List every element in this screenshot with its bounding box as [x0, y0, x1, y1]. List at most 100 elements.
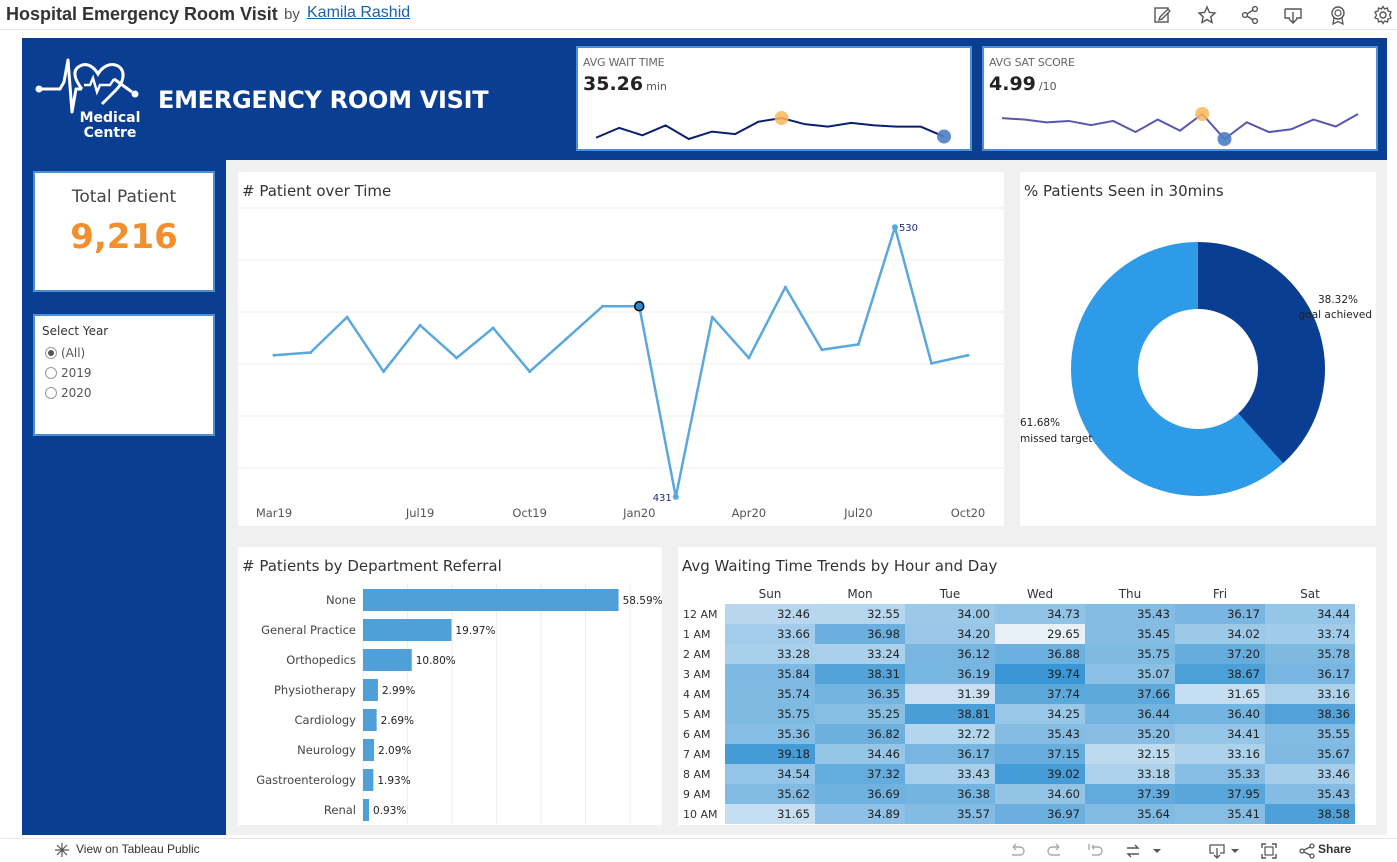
heatmap-cell[interactable]: 34.25 — [995, 704, 1085, 724]
year-option-all[interactable]: (All) — [45, 346, 85, 360]
undo-icon[interactable] — [1008, 843, 1026, 859]
heatmap-cell[interactable]: 36.17 — [1265, 664, 1355, 684]
year-option-2020[interactable]: 2020 — [45, 386, 92, 400]
heatmap-cell[interactable]: 35.75 — [1085, 644, 1175, 664]
heatmap-cell[interactable]: 37.15 — [995, 744, 1085, 764]
heatmap-cell[interactable]: 36.97 — [995, 804, 1085, 824]
heatmap-cell[interactable]: 32.46 — [725, 604, 815, 624]
heatmap-cell[interactable]: 35.57 — [905, 804, 995, 824]
heatmap-cell[interactable]: 34.20 — [905, 624, 995, 644]
heatmap-cell[interactable]: 35.75 — [725, 704, 815, 724]
heatmap-cell[interactable]: 34.00 — [905, 604, 995, 624]
heatmap-cell[interactable]: 35.20 — [1085, 724, 1175, 744]
heatmap-cell[interactable]: 36.69 — [815, 784, 905, 804]
heatmap-cell[interactable]: 36.38 — [905, 784, 995, 804]
heatmap-cell[interactable]: 35.43 — [995, 724, 1085, 744]
heatmap-cell[interactable]: 36.19 — [905, 664, 995, 684]
heatmap-cell[interactable]: 36.98 — [815, 624, 905, 644]
heatmap-cell[interactable]: 37.32 — [815, 764, 905, 784]
heatmap-cell[interactable]: 38.58 — [1265, 804, 1355, 824]
settings-icon[interactable] — [1373, 5, 1393, 25]
heatmap-cell[interactable]: 35.43 — [1265, 784, 1355, 804]
heatmap-cell[interactable]: 33.74 — [1265, 624, 1355, 644]
heatmap-cell[interactable]: 35.33 — [1175, 764, 1265, 784]
heatmap-cell[interactable]: 34.73 — [995, 604, 1085, 624]
heatmap-cell[interactable]: 36.40 — [1175, 704, 1265, 724]
heatmap-cell[interactable]: 33.43 — [905, 764, 995, 784]
waiting-time-heatmap[interactable]: Sun Mon Tue Wed Thu Fri Sat 12 AM 32.46 32.55 34.0… — [679, 584, 1375, 824]
share-bottom-icon[interactable] — [1298, 843, 1316, 859]
heatmap-cell[interactable]: 37.20 — [1175, 644, 1265, 664]
heatmap-cell[interactable]: 32.72 — [905, 724, 995, 744]
heatmap-cell[interactable]: 31.65 — [725, 804, 815, 824]
heatmap-cell[interactable]: 36.12 — [905, 644, 995, 664]
heatmap-cell[interactable]: 39.74 — [995, 664, 1085, 684]
heatmap-cell[interactable]: 35.25 — [815, 704, 905, 724]
heatmap-cell[interactable]: 35.43 — [1085, 604, 1175, 624]
heatmap-cell[interactable]: 33.18 — [1085, 764, 1175, 784]
radio-icon[interactable] — [45, 367, 57, 379]
refresh-dropdown-icon[interactable] — [1124, 843, 1164, 859]
edit-icon[interactable] — [1152, 5, 1172, 25]
heatmap-cell[interactable]: 35.78 — [1265, 644, 1355, 664]
heatmap-cell[interactable]: 37.39 — [1085, 784, 1175, 804]
star-icon[interactable] — [1197, 5, 1217, 25]
heatmap-cell[interactable]: 36.35 — [815, 684, 905, 704]
heatmap-cell[interactable]: 36.88 — [995, 644, 1085, 664]
heatmap-cell[interactable]: 36.17 — [1175, 604, 1265, 624]
view-on-tableau-link[interactable]: View on Tableau Public — [76, 842, 200, 856]
share-icon[interactable] — [1240, 5, 1260, 25]
heatmap-cell[interactable]: 31.65 — [1175, 684, 1265, 704]
author-link[interactable]: Kamila Rashid — [307, 4, 410, 22]
heatmap-cell[interactable]: 39.02 — [995, 764, 1085, 784]
heatmap-cell[interactable]: 33.66 — [725, 624, 815, 644]
heatmap-cell[interactable]: 35.74 — [725, 684, 815, 704]
heatmap-cell[interactable]: 33.46 — [1265, 764, 1355, 784]
heatmap-cell[interactable]: 33.28 — [725, 644, 815, 664]
heatmap-cell[interactable]: 36.44 — [1085, 704, 1175, 724]
heatmap-cell[interactable]: 29.65 — [995, 624, 1085, 644]
heatmap-cell[interactable]: 33.24 — [815, 644, 905, 664]
heatmap-cell[interactable]: 32.15 — [1085, 744, 1175, 764]
heatmap-cell[interactable]: 34.44 — [1265, 604, 1355, 624]
heatmap-cell[interactable]: 36.17 — [905, 744, 995, 764]
heatmap-cell[interactable]: 31.39 — [905, 684, 995, 704]
heatmap-cell[interactable]: 34.54 — [725, 764, 815, 784]
redo-icon[interactable] — [1046, 843, 1064, 859]
download-dropdown-icon[interactable] — [1208, 843, 1242, 859]
heatmap-cell[interactable]: 34.46 — [815, 744, 905, 764]
heatmap-cell[interactable]: 35.64 — [1085, 804, 1175, 824]
heatmap-cell[interactable]: 34.60 — [995, 784, 1085, 804]
heatmap-cell[interactable]: 38.81 — [905, 704, 995, 724]
kpi-avg-wait-card[interactable]: AVG WAIT TIME 35.26 min — [576, 46, 972, 151]
heatmap-cell[interactable]: 32.55 — [815, 604, 905, 624]
heatmap-cell[interactable]: 33.16 — [1265, 684, 1355, 704]
heatmap-cell[interactable]: 33.16 — [1175, 744, 1265, 764]
heatmap-cell[interactable]: 37.66 — [1085, 684, 1175, 704]
heatmap-cell[interactable]: 37.74 — [995, 684, 1085, 704]
heatmap-cell[interactable]: 34.41 — [1175, 724, 1265, 744]
heatmap-cell[interactable]: 39.18 — [725, 744, 815, 764]
heatmap-cell[interactable]: 35.84 — [725, 664, 815, 684]
heatmap-cell[interactable]: 35.36 — [725, 724, 815, 744]
kpi-avg-sat-card[interactable]: AVG SAT SCORE 4.99/10 — [982, 46, 1378, 151]
year-option-2019[interactable]: 2019 — [45, 366, 92, 380]
heatmap-cell[interactable]: 37.95 — [1175, 784, 1265, 804]
heatmap-cell[interactable]: 38.36 — [1265, 704, 1355, 724]
radio-selected-icon[interactable] — [45, 347, 57, 359]
heatmap-cell[interactable]: 35.55 — [1265, 724, 1355, 744]
department-referral-chart[interactable]: None 58.59% General Practice 19.97% Orthoped… — [238, 547, 662, 825]
heatmap-cell[interactable]: 34.89 — [815, 804, 905, 824]
heatmap-cell[interactable]: 38.31 — [815, 664, 905, 684]
heatmap-cell[interactable]: 34.02 — [1175, 624, 1265, 644]
heatmap-cell[interactable]: 38.67 — [1175, 664, 1265, 684]
heatmap-cell[interactable]: 35.45 — [1085, 624, 1175, 644]
heatmap-cell[interactable]: 35.62 — [725, 784, 815, 804]
patient-over-time-chart[interactable]: 530 431 Mar19 Jul19 Oct19 Jan20 Apr20 Jul20 Oct2… — [238, 172, 1004, 526]
revert-icon[interactable] — [1086, 843, 1104, 859]
heatmap-cell[interactable]: 35.67 — [1265, 744, 1355, 764]
download-icon[interactable] — [1283, 5, 1303, 25]
radio-icon[interactable] — [45, 387, 57, 399]
heatmap-cell[interactable]: 35.41 — [1175, 804, 1265, 824]
heatmap-cell[interactable]: 35.07 — [1085, 664, 1175, 684]
